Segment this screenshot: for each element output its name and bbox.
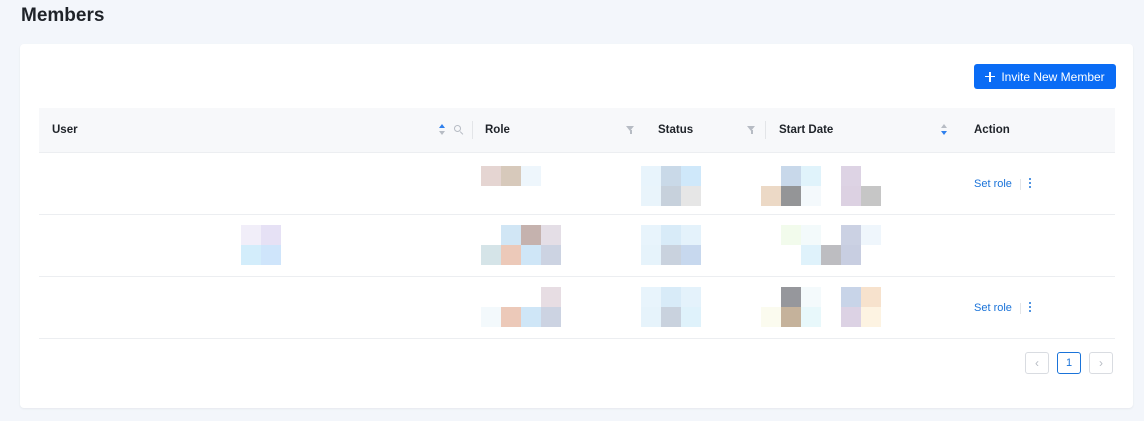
plus-icon [985, 71, 996, 82]
more-options-icon[interactable] [1028, 301, 1032, 314]
search-user-icon[interactable] [454, 125, 463, 134]
column-header-action: Action [974, 124, 1010, 136]
column-divider [472, 121, 473, 139]
column-header-role: Role [485, 124, 510, 136]
set-role-link[interactable]: Set role [974, 178, 1012, 190]
action-divider [1020, 179, 1021, 190]
action-divider [1020, 303, 1021, 314]
more-options-icon[interactable] [1028, 177, 1032, 190]
column-header-user: User [52, 124, 78, 136]
page-title: Members [21, 5, 105, 26]
column-header-status: Status [658, 124, 694, 136]
members-card: Invite New Member User Role Status Start… [20, 44, 1133, 408]
sort-user-icon[interactable] [438, 124, 446, 136]
filter-status-icon[interactable] [747, 126, 756, 135]
chevron-left-icon: ‹ [1035, 356, 1039, 370]
table-header: User Role Status Start Date Action [39, 108, 1115, 153]
column-header-start-date: Start Date [779, 124, 834, 136]
table-row [39, 215, 1115, 277]
column-divider [765, 121, 766, 139]
filter-role-icon[interactable] [626, 126, 635, 135]
pagination-page-1[interactable]: 1 [1057, 352, 1081, 374]
invite-button-label: Invite New Member [1001, 69, 1105, 84]
invite-new-member-button[interactable]: Invite New Member [974, 64, 1116, 89]
pagination-next-button[interactable]: › [1089, 352, 1113, 374]
set-role-link[interactable]: Set role [974, 302, 1012, 314]
chevron-right-icon: › [1099, 356, 1103, 370]
pagination-prev-button[interactable]: ‹ [1025, 352, 1049, 374]
table-row: Set role [39, 277, 1115, 339]
sort-start-date-icon[interactable] [940, 124, 948, 136]
members-table: User Role Status Start Date Action Set r… [39, 108, 1115, 339]
table-row: Set role [39, 153, 1115, 215]
